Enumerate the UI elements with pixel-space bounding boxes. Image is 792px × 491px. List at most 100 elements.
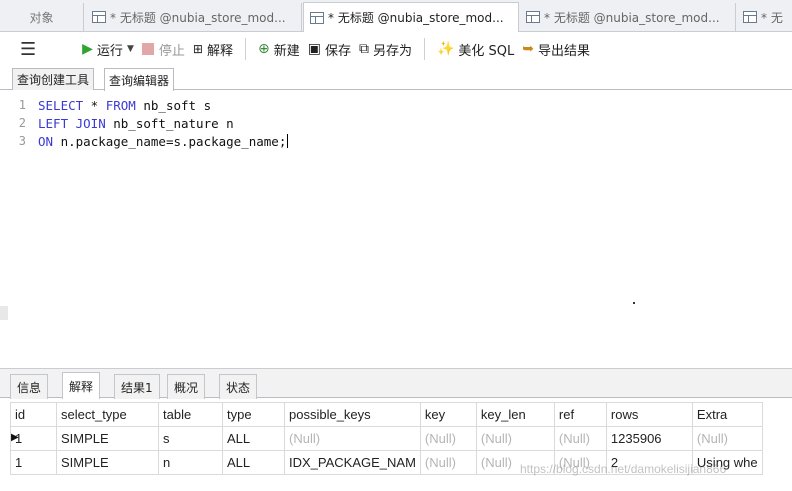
magic-wand-icon: ✨ bbox=[436, 41, 455, 57]
watermark: https://blog.csdn.net/damokelisijian866 bbox=[520, 462, 727, 476]
column-header[interactable]: type bbox=[222, 402, 285, 427]
code-line: 1 SELECT * FROM nb_soft s bbox=[0, 96, 211, 114]
sql-text: * bbox=[83, 97, 106, 113]
grid-header-row: id select_type table type possible_keys … bbox=[10, 402, 763, 427]
new-label: 新建 bbox=[273, 43, 300, 59]
table-row[interactable]: 1 SIMPLE s ALL (Null) (Null) (Null) (Nul… bbox=[10, 426, 763, 451]
grid-cell[interactable]: (Null) bbox=[475, 426, 555, 451]
tab-query-3-label: * 无标题 @nubia_store_mod... bbox=[544, 10, 720, 25]
tab-query-editor-label: 查询编辑器 bbox=[109, 73, 170, 88]
stray-pixel bbox=[633, 302, 635, 304]
save-as-label: 另存为 bbox=[372, 43, 412, 59]
column-header[interactable]: table bbox=[158, 402, 223, 427]
column-header[interactable]: rows bbox=[605, 402, 693, 427]
tab-query-4-label: * 无 bbox=[761, 10, 783, 25]
tab-status[interactable]: 状态 bbox=[219, 374, 258, 399]
new-button[interactable]: ⊕ 新建 bbox=[254, 37, 304, 61]
tab-query-1-label: * 无标题 @nubia_store_mod... bbox=[110, 10, 286, 25]
tab-result1-label: 结果1 bbox=[121, 380, 153, 395]
save-as-button[interactable]: ⧉ 另存为 bbox=[355, 37, 416, 61]
run-label: 运行 bbox=[96, 43, 123, 59]
sql-text: n.package_name=s.package_name; bbox=[53, 133, 287, 149]
sql-keyword: LEFT JOIN bbox=[38, 115, 106, 131]
grid-cell[interactable]: SIMPLE bbox=[56, 426, 159, 451]
tab-query-2-label: * 无标题 @nubia_store_mod... bbox=[328, 11, 504, 25]
tab-explain[interactable]: 解释 bbox=[62, 372, 101, 399]
sql-text: nb_soft s bbox=[135, 97, 212, 113]
save-as-icon: ⧉ bbox=[358, 41, 369, 57]
grid-cell[interactable]: (Null) bbox=[553, 426, 607, 451]
column-header[interactable]: id bbox=[10, 402, 57, 427]
stop-label: 停止 bbox=[158, 43, 185, 59]
grid-cell[interactable]: (Null) bbox=[419, 426, 477, 451]
query-table-icon bbox=[310, 11, 324, 24]
column-header[interactable]: select_type bbox=[56, 402, 159, 427]
tab-query-builder[interactable]: 查询创建工具 bbox=[12, 68, 95, 90]
toolbar-divider bbox=[423, 38, 425, 60]
editor-gutter-marker bbox=[0, 306, 8, 320]
tab-query-editor[interactable]: 查询编辑器 bbox=[104, 68, 175, 91]
tab-result1[interactable]: 结果1 bbox=[114, 374, 160, 399]
export-label: 导出结果 bbox=[538, 43, 591, 59]
run-button[interactable]: ▶ 运行 ▼ bbox=[78, 37, 138, 61]
line-number: 1 bbox=[18, 98, 26, 112]
stop-button[interactable]: 停止 bbox=[138, 37, 189, 61]
explain-button[interactable]: ⊞ 解释 bbox=[189, 37, 237, 61]
query-table-icon bbox=[743, 11, 757, 23]
result-tabs: 信息 解释 结果1 概况 状态 bbox=[0, 368, 792, 399]
column-header[interactable]: key bbox=[419, 402, 477, 427]
tab-overview[interactable]: 概况 bbox=[167, 374, 206, 399]
tab-query-4[interactable]: * 无 bbox=[737, 3, 792, 31]
toolbar-divider bbox=[244, 38, 246, 60]
grid-cell[interactable]: (Null) bbox=[691, 426, 763, 451]
tab-overview-label: 概况 bbox=[174, 380, 199, 395]
tab-query-3[interactable]: * 无标题 @nubia_store_mod... bbox=[520, 3, 736, 31]
grid-cell[interactable]: 1 bbox=[10, 426, 57, 451]
column-header[interactable]: ref bbox=[553, 402, 607, 427]
save-button[interactable]: ▣ 保存 bbox=[304, 37, 355, 61]
grid-cell[interactable]: SIMPLE bbox=[56, 450, 159, 475]
export-icon: ➥ bbox=[522, 41, 535, 57]
grid-cell[interactable]: 1 bbox=[10, 450, 57, 475]
beautify-label: 美化 SQL bbox=[458, 43, 515, 59]
sql-keyword: SELECT bbox=[38, 97, 84, 113]
document-tab-bar: 对象 * 无标题 @nubia_store_mod... * 无标题 @nubi… bbox=[0, 0, 792, 32]
line-number: 3 bbox=[18, 134, 26, 148]
text-cursor bbox=[287, 134, 289, 148]
explain-label: 解释 bbox=[206, 43, 233, 59]
query-toolbar: ☰ ▶ 运行 ▼ 停止 ⊞ 解释 ⊕ 新建 ▣ 保存 ⧉ 另存为 ✨ 美化 SQL ➥ 导出结果 bbox=[0, 32, 792, 66]
play-icon: ▶ bbox=[82, 41, 93, 57]
line-number: 2 bbox=[18, 116, 26, 130]
query-table-icon bbox=[92, 11, 106, 23]
tab-objects[interactable]: 对象 bbox=[0, 3, 84, 31]
grid-cell[interactable]: (Null) bbox=[419, 450, 477, 475]
hamburger-menu-icon[interactable]: ☰ bbox=[16, 37, 40, 61]
beautify-sql-button[interactable]: ✨ 美化 SQL bbox=[433, 37, 518, 61]
grid-cell[interactable]: (Null) bbox=[284, 426, 421, 451]
stop-icon bbox=[141, 43, 154, 55]
tab-query-builder-label: 查询创建工具 bbox=[17, 73, 90, 87]
grid-cell[interactable]: IDX_PACKAGE_NAM bbox=[284, 450, 421, 475]
grid-cell[interactable]: s bbox=[158, 426, 223, 451]
chevron-down-icon[interactable]: ▼ bbox=[127, 44, 134, 54]
code-line: 2 LEFT JOIN nb_soft_nature n bbox=[0, 114, 234, 132]
tab-query-1[interactable]: * 无标题 @nubia_store_mod... bbox=[86, 3, 302, 31]
tab-objects-label: 对象 bbox=[29, 10, 54, 25]
column-header[interactable]: possible_keys bbox=[284, 402, 421, 427]
grid-cell[interactable]: ALL bbox=[222, 450, 285, 475]
explain-icon: ⊞ bbox=[192, 42, 203, 56]
sql-editor[interactable]: 1 SELECT * FROM nb_soft s 2 LEFT JOIN nb… bbox=[0, 91, 792, 368]
tab-query-2-active[interactable]: * 无标题 @nubia_store_mod... bbox=[303, 2, 519, 32]
column-header[interactable]: key_len bbox=[475, 402, 555, 427]
grid-cell[interactable]: n bbox=[158, 450, 223, 475]
grid-cell[interactable]: ALL bbox=[222, 426, 285, 451]
column-header[interactable]: Extra bbox=[691, 402, 763, 427]
sql-keyword: ON bbox=[38, 133, 54, 149]
sql-keyword: FROM bbox=[105, 97, 136, 113]
grid-cell[interactable]: 1235906 bbox=[605, 426, 693, 451]
tab-info[interactable]: 信息 bbox=[10, 374, 49, 399]
tab-status-label: 状态 bbox=[226, 380, 251, 395]
save-disk-icon: ▣ bbox=[307, 41, 321, 57]
export-results-button[interactable]: ➥ 导出结果 bbox=[518, 37, 594, 61]
tab-info-label: 信息 bbox=[17, 380, 42, 395]
